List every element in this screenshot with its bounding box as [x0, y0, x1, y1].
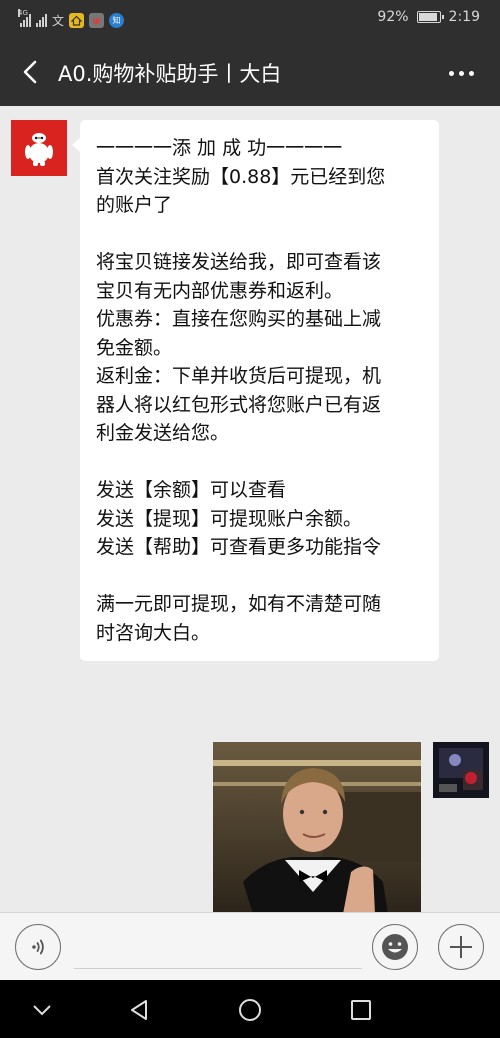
nav-home-button[interactable]	[235, 995, 265, 1025]
battery-fill	[418, 13, 437, 21]
chat-title: A0.购物补贴助手丨大白	[58, 62, 282, 86]
more-dots-icon	[448, 70, 454, 76]
system-nav-bar	[0, 980, 500, 1038]
message-text: 一一一一添 加 成 功一一一一首次关注奖励【0.88】元已经到您 的账户了将宝贝链…	[96, 134, 425, 647]
bot-avatar[interactable]	[11, 120, 67, 176]
chevron-down-icon	[33, 1005, 51, 1016]
status-icons: 4G 文 知	[18, 9, 125, 30]
message-line: 返利金：下单并收货后可提现，机	[96, 365, 382, 387]
message-line: 首次关注奖励【0.88】元已经到您	[96, 165, 386, 188]
plus-icon	[450, 936, 472, 958]
home-app-icon	[69, 12, 85, 28]
message-line: 发送【提现】可提现账户余额。	[96, 507, 363, 530]
message-line: 满一元即可提现，如有不清楚可随	[96, 593, 382, 615]
more-functions-button[interactable]	[438, 924, 484, 970]
battery-percent: 92%	[377, 9, 409, 25]
message-line: 发送【余额】可以查看	[96, 479, 287, 501]
user-avatar-image	[433, 742, 489, 798]
message-line: 一一一一添 加 成 功一一一一	[96, 137, 343, 159]
square-recents-icon	[351, 1000, 371, 1020]
clock: 2:19	[448, 9, 480, 25]
chat-area[interactable]: 一一一一添 加 成 功一一一一首次关注奖励【0.88】元已经到您 的账户了将宝贝链…	[0, 106, 500, 912]
chat-header: A0.购物补贴助手丨大白	[0, 38, 500, 106]
signal-icon-2	[36, 13, 47, 27]
sent-image[interactable]	[213, 742, 421, 912]
more-dot	[468, 70, 474, 76]
message-line: 免金额。	[96, 336, 173, 359]
input-bar	[0, 912, 500, 980]
gif-image-content	[213, 742, 421, 912]
message-input[interactable]	[74, 931, 362, 969]
zhihu-app-icon: 知	[109, 12, 125, 28]
emoji-icon	[382, 934, 408, 960]
status-bar: 4G 文 知 92% 2:19	[0, 0, 500, 38]
message-line: 利金发送给您。	[96, 422, 230, 444]
more-dot	[458, 70, 464, 76]
message-line: 时咨询大白。	[96, 621, 211, 644]
message-line: 将宝贝链接发送给我，即可查看该	[96, 251, 382, 273]
more-options-button[interactable]	[446, 58, 476, 88]
hide-keyboard-button[interactable]	[27, 995, 57, 1025]
message-line: 器人将以红包形式将您账户已有返	[96, 393, 382, 416]
status-right: 92% 2:19	[377, 9, 480, 25]
nav-back-button[interactable]	[124, 995, 154, 1025]
signal-icon: 4G	[18, 9, 31, 27]
message-bubble[interactable]: 一一一一添 加 成 功一一一一首次关注奖励【0.88】元已经到您 的账户了将宝贝链…	[72, 120, 439, 661]
huawei-app-icon	[89, 12, 105, 28]
user-avatar[interactable]	[433, 742, 489, 798]
text-notification-icon: 文	[52, 13, 65, 28]
voice-button[interactable]	[15, 924, 61, 970]
baymax-icon	[25, 133, 53, 166]
emoji-button[interactable]	[372, 924, 418, 970]
voice-icon	[32, 939, 44, 955]
network-tag: 4G	[18, 9, 28, 17]
chevron-left-icon	[23, 60, 37, 84]
battery-icon	[416, 11, 444, 23]
message-line: 发送【帮助】可查看更多功能指令	[96, 536, 382, 558]
circle-home-icon	[239, 999, 261, 1021]
triangle-back-icon	[131, 1000, 147, 1020]
back-button[interactable]	[14, 54, 46, 90]
message-line: 的账户了	[96, 194, 173, 216]
message-line: 优惠券：直接在您购买的基础上减	[96, 308, 382, 330]
message-line: 宝贝有无内部优惠券和返利。	[96, 279, 344, 302]
nav-recents-button[interactable]	[346, 995, 376, 1025]
